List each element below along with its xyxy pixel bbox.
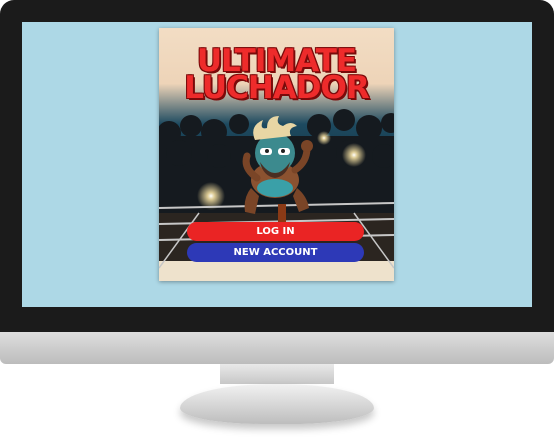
game-login-card: ULTIMATE LUCHADOR LOG IN NEW ACCOUNT	[159, 28, 394, 281]
monitor-screen: ULTIMATE LUCHADOR LOG IN NEW ACCOUNT	[22, 22, 532, 307]
new-account-button[interactable]: NEW ACCOUNT	[187, 243, 364, 262]
login-button[interactable]: LOG IN	[187, 222, 364, 241]
monitor-chin	[0, 332, 554, 364]
monitor-stand-neck	[220, 364, 334, 384]
wrestling-ring	[159, 202, 394, 281]
game-title-line2: LUCHADOR	[184, 70, 369, 106]
monitor-stand-base	[180, 384, 374, 424]
